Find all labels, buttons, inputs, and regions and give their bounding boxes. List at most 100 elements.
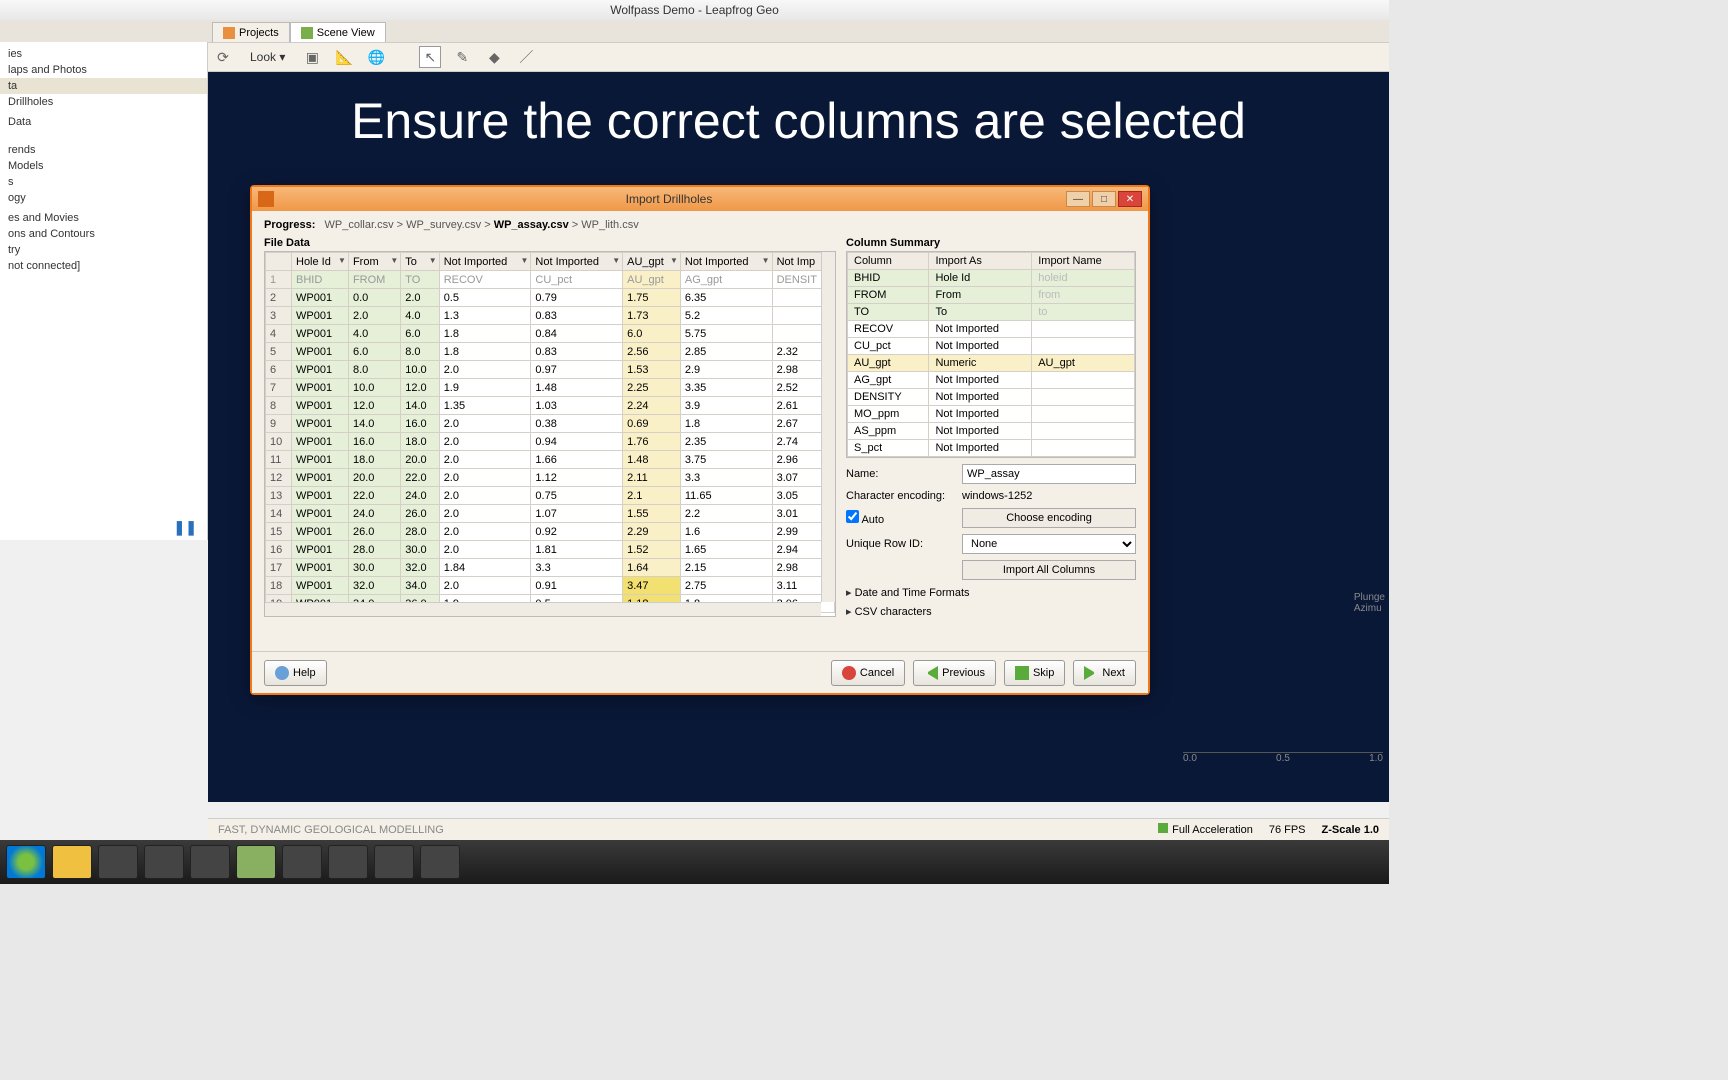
table-cell[interactable]: 34.0 <box>401 577 439 595</box>
column-header[interactable]: Not Imported▼ <box>680 253 772 271</box>
sidebar-item[interactable]: rends <box>0 142 207 158</box>
file-data-grid[interactable]: Hole Id▼From▼To▼Not Imported▼Not Importe… <box>264 251 836 617</box>
table-cell[interactable]: 3.3 <box>531 559 623 577</box>
auto-checkbox[interactable] <box>846 510 859 523</box>
table-cell[interactable]: 32.0 <box>401 559 439 577</box>
table-cell[interactable]: 1.75 <box>623 289 681 307</box>
table-cell[interactable]: 0.75 <box>531 487 623 505</box>
table-cell[interactable]: 2.0 <box>439 577 531 595</box>
table-cell[interactable]: 10.0 <box>401 361 439 379</box>
table-cell[interactable]: 0.69 <box>623 415 681 433</box>
vertical-scrollbar[interactable] <box>821 252 835 602</box>
table-cell[interactable]: 2.0 <box>439 523 531 541</box>
table-cell[interactable]: 32.0 <box>348 577 400 595</box>
table-cell[interactable]: 3.9 <box>680 397 772 415</box>
table-cell[interactable]: 12.0 <box>401 379 439 397</box>
table-cell[interactable]: 0.0 <box>348 289 400 307</box>
summary-row[interactable]: DENSITYNot Imported <box>848 389 1135 406</box>
summary-row[interactable]: MO_ppmNot Imported <box>848 406 1135 423</box>
sidebar-item[interactable]: Models <box>0 158 207 174</box>
column-header[interactable]: Hole Id▼ <box>292 253 349 271</box>
choose-encoding-button[interactable]: Choose encoding <box>962 508 1136 528</box>
table-cell[interactable]: 1.8 <box>439 325 531 343</box>
table-cell[interactable]: 1.66 <box>531 451 623 469</box>
table-cell[interactable]: 2.0 <box>348 307 400 325</box>
table-cell[interactable]: 0.84 <box>531 325 623 343</box>
table-cell[interactable]: 14.0 <box>401 397 439 415</box>
tool-measure-icon[interactable]: 📐 <box>333 46 355 68</box>
table-cell[interactable]: 10.0 <box>348 379 400 397</box>
pause-icon[interactable]: ❚❚ <box>174 519 197 536</box>
table-cell[interactable]: 1.64 <box>623 559 681 577</box>
table-cell[interactable]: 0.79 <box>531 289 623 307</box>
table-cell[interactable]: 2.56 <box>623 343 681 361</box>
table-cell[interactable]: 2.9 <box>680 361 772 379</box>
table-cell[interactable]: 1.55 <box>623 505 681 523</box>
tool-pointer-icon[interactable]: ↖ <box>419 46 441 68</box>
table-cell[interactable]: 1.12 <box>531 469 623 487</box>
summary-row[interactable]: BHIDHole Idholeid <box>848 270 1135 287</box>
taskbar-app2[interactable] <box>420 845 460 879</box>
table-cell[interactable]: WP001 <box>292 523 349 541</box>
table-cell[interactable]: 0.83 <box>531 343 623 361</box>
help-button[interactable]: Help <box>264 660 327 686</box>
table-cell[interactable]: 1.53 <box>623 361 681 379</box>
table-cell[interactable]: 1.8 <box>439 343 531 361</box>
table-cell[interactable]: 2.24 <box>623 397 681 415</box>
tab-scene-view[interactable]: Scene View <box>290 22 386 42</box>
taskbar-word[interactable] <box>282 845 322 879</box>
table-cell[interactable]: 20.0 <box>348 469 400 487</box>
table-cell[interactable]: 0.92 <box>531 523 623 541</box>
table-cell[interactable]: WP001 <box>292 469 349 487</box>
table-cell[interactable]: 18.0 <box>401 433 439 451</box>
table-cell[interactable]: WP001 <box>292 325 349 343</box>
tab-projects[interactable]: Projects <box>212 22 290 42</box>
next-button[interactable]: Next <box>1073 660 1136 686</box>
table-cell[interactable]: WP001 <box>292 487 349 505</box>
close-button[interactable]: ✕ <box>1118 191 1142 207</box>
look-dropdown[interactable]: Look ▾ <box>244 50 291 64</box>
tool-shape-icon[interactable]: ◆ <box>483 46 505 68</box>
summary-row[interactable]: AG_gptNot Imported <box>848 372 1135 389</box>
taskbar-explorer[interactable] <box>52 845 92 879</box>
column-summary-grid[interactable]: ColumnImport AsImport NameBHIDHole Idhol… <box>846 251 1136 458</box>
table-cell[interactable]: WP001 <box>292 307 349 325</box>
table-cell[interactable]: 26.0 <box>348 523 400 541</box>
table-cell[interactable]: 1.35 <box>439 397 531 415</box>
project-tree[interactable]: ieslaps and PhotostaDrillholesDatarendsM… <box>0 42 208 540</box>
table-cell[interactable]: WP001 <box>292 415 349 433</box>
table-cell[interactable]: 1.65 <box>680 541 772 559</box>
minimize-button[interactable]: — <box>1066 191 1090 207</box>
refresh-icon[interactable]: ⟳ <box>212 46 234 68</box>
table-cell[interactable]: WP001 <box>292 289 349 307</box>
table-cell[interactable]: 30.0 <box>401 541 439 559</box>
table-cell[interactable]: 24.0 <box>348 505 400 523</box>
taskbar-acrobat[interactable] <box>328 845 368 879</box>
table-cell[interactable]: 3.35 <box>680 379 772 397</box>
table-cell[interactable]: 26.0 <box>401 505 439 523</box>
table-cell[interactable]: 2.0 <box>439 433 531 451</box>
summary-row[interactable]: RECOVNot Imported <box>848 321 1135 338</box>
table-cell[interactable]: 1.84 <box>439 559 531 577</box>
column-header[interactable]: Not Imported▼ <box>531 253 623 271</box>
table-cell[interactable]: 1.48 <box>531 379 623 397</box>
table-cell[interactable]: 6.0 <box>348 343 400 361</box>
table-cell[interactable]: 0.38 <box>531 415 623 433</box>
taskbar-skype[interactable] <box>190 845 230 879</box>
table-cell[interactable]: 1.9 <box>439 379 531 397</box>
table-cell[interactable]: WP001 <box>292 379 349 397</box>
tool-line-icon[interactable]: ／ <box>515 46 537 68</box>
taskbar-start[interactable] <box>6 845 46 879</box>
sidebar-item[interactable]: try <box>0 242 207 258</box>
summary-row[interactable]: AU_gptNumericAU_gpt <box>848 355 1135 372</box>
dialog-titlebar[interactable]: Import Drillholes — □ ✕ <box>252 187 1148 211</box>
summary-row[interactable]: FROMFromfrom <box>848 287 1135 304</box>
table-cell[interactable]: 18.0 <box>348 451 400 469</box>
table-cell[interactable]: 4.0 <box>401 307 439 325</box>
tool-cube-icon[interactable]: ▣ <box>301 46 323 68</box>
skip-button[interactable]: Skip <box>1004 660 1065 686</box>
table-cell[interactable]: WP001 <box>292 343 349 361</box>
table-cell[interactable]: 16.0 <box>348 433 400 451</box>
table-cell[interactable]: WP001 <box>292 505 349 523</box>
table-cell[interactable]: WP001 <box>292 433 349 451</box>
